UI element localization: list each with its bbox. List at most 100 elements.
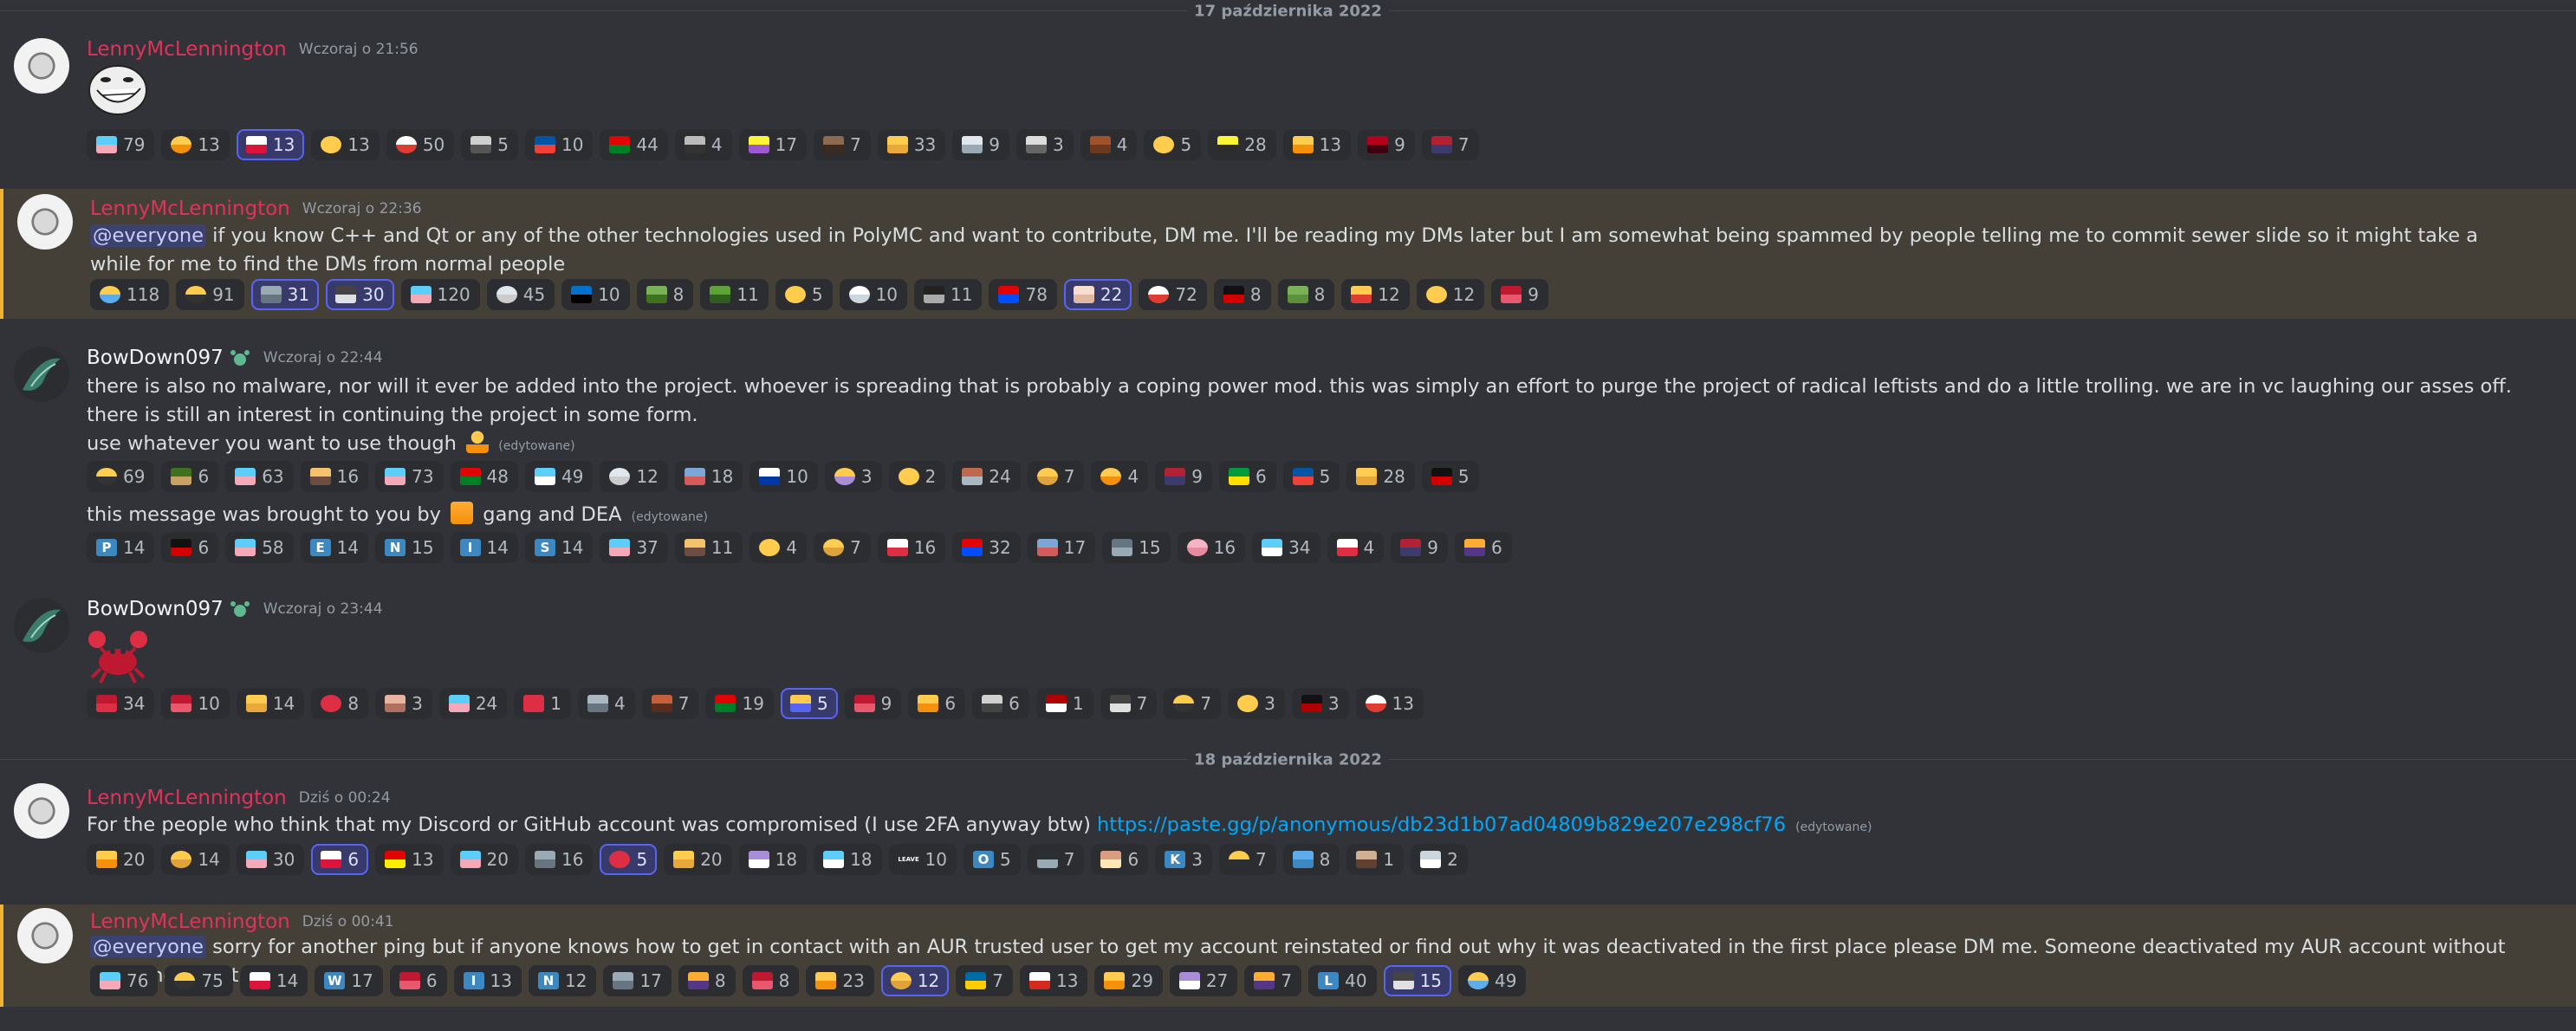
reaction-elephant[interactable]: 17 (603, 965, 672, 996)
reaction-question[interactable]: 1 (514, 688, 572, 719)
reaction-trans-heart[interactable]: 34 (1252, 532, 1320, 563)
reaction-neutral-face[interactable]: 3 (1228, 688, 1285, 719)
reaction-trans-flag[interactable]: 24 (438, 688, 508, 719)
reaction-usa-flag[interactable]: 7 (1421, 129, 1479, 160)
reaction-nerd[interactable]: 75 (165, 965, 233, 996)
reaction-neutral-face[interactable]: 13 (311, 129, 380, 160)
avatar[interactable] (17, 194, 73, 250)
reaction-yawn[interactable]: 7 (1027, 461, 1085, 492)
reaction-joy[interactable]: 49 (1458, 965, 1527, 996)
username[interactable]: LennyMcLennington (90, 198, 290, 220)
reaction-meme-image[interactable]: 3 (1016, 129, 1074, 160)
reaction-thinking[interactable]: 4 (1091, 461, 1149, 492)
reaction-trans-heart[interactable]: 18 (814, 844, 882, 875)
reaction-figure[interactable]: 15 (1383, 965, 1452, 996)
reaction-pride-flag[interactable]: 32 (952, 532, 1021, 563)
reaction-monocle[interactable]: 12 (880, 965, 950, 996)
reaction-figure[interactable]: 7 (1100, 688, 1158, 719)
reaction-poland-flag[interactable]: 13 (236, 129, 305, 160)
reaction-yawn[interactable]: 7 (814, 532, 871, 563)
reaction-thumbs-up[interactable]: 6 (908, 688, 966, 719)
reaction-snail[interactable]: 24 (952, 461, 1021, 492)
reaction-pride-flag[interactable]: 13 (375, 844, 444, 875)
reaction-crown-man[interactable]: 7 (1244, 965, 1302, 996)
reaction-trophy-man[interactable]: 8 (678, 965, 736, 996)
reaction-monocle[interactable]: 14 (161, 844, 230, 875)
reaction-thumbs-down[interactable]: 29 (1094, 965, 1163, 996)
reaction-red-character[interactable]: 9 (1358, 129, 1415, 160)
reaction-pleading[interactable]: 2 (888, 461, 946, 492)
reaction-lips[interactable]: 6 (389, 965, 447, 996)
reaction-poland-flag[interactable]: 14 (239, 965, 308, 996)
reaction-ban[interactable]: 3 (1291, 688, 1349, 719)
reaction-thumbs-up[interactable]: 13 (1282, 129, 1352, 160)
reaction-leave[interactable]: LEAVE 10 (888, 844, 957, 875)
reaction-lips-bun[interactable]: 16 (1177, 532, 1246, 563)
paste-link[interactable]: https://paste.gg/p/anonymous/db23d1b07ad… (1097, 814, 1786, 836)
reaction-frog-hat[interactable]: 8 (636, 279, 694, 310)
reaction-heart-purple[interactable]: 18 (738, 844, 808, 875)
reaction-heart-purple[interactable]: 27 (1169, 965, 1238, 996)
reaction-enby-flag[interactable]: 28 (1208, 129, 1276, 160)
reaction-tiny-figure[interactable]: 11 (914, 279, 983, 310)
reaction-cat-meme[interactable]: 16 (300, 461, 369, 492)
username[interactable]: LennyMcLennington (87, 787, 287, 809)
reaction-elephant[interactable]: 16 (525, 844, 594, 875)
reaction-trans-heart[interactable]: 20 (450, 844, 518, 875)
reaction-smirk[interactable]: 4 (749, 532, 808, 563)
reaction-estonia-flag[interactable]: 10 (561, 279, 630, 310)
reaction-russia-flag[interactable]: 13 (1020, 965, 1088, 996)
reaction-red-heart[interactable]: 5 (600, 844, 658, 875)
reaction-letter-i[interactable]: I 14 (450, 532, 518, 563)
reaction-letter-p[interactable]: P 14 (87, 532, 155, 563)
reaction-phone[interactable]: 31 (250, 279, 320, 310)
reaction-sweden-flag[interactable]: 7 (956, 965, 1014, 996)
reaction-poland-flag[interactable]: 6 (311, 844, 369, 875)
reaction-lips[interactable]: 9 (844, 688, 902, 719)
reaction-writing-hand[interactable]: 12 (1341, 279, 1410, 310)
reaction-letter-e[interactable]: E 14 (300, 532, 369, 563)
reaction-thumbs-up-light[interactable]: 22 (1063, 279, 1132, 310)
reaction-russia-flag[interactable]: 10 (749, 461, 818, 492)
username[interactable]: BowDown097 (87, 347, 224, 369)
reaction-letter-n[interactable]: N 15 (375, 532, 444, 563)
reaction-middle-finger[interactable]: 33 (877, 129, 946, 160)
reaction-face-image[interactable]: 7 (814, 129, 871, 160)
reaction-letter-k[interactable]: K3 (1155, 844, 1212, 875)
reaction-pride-flag[interactable]: 78 (989, 279, 1057, 310)
reaction-speech-bubble[interactable]: 10 (839, 279, 908, 310)
reaction-face-image[interactable]: 7 (641, 688, 699, 719)
reaction-nerd[interactable]: 69 (87, 461, 155, 492)
username[interactable]: LennyMcLennington (87, 38, 287, 61)
reaction-meme-image[interactable]: 4 (674, 129, 732, 160)
reaction-letter-n[interactable]: N 12 (529, 965, 597, 996)
reaction-pride-flag[interactable]: 48 (450, 461, 518, 492)
avatar[interactable] (14, 783, 69, 839)
reaction-lips[interactable]: 9 (1491, 279, 1548, 310)
reaction-skull[interactable]: 45 (486, 279, 555, 310)
reaction-photo[interactable]: 1 (1346, 844, 1405, 875)
everyone-mention[interactable]: @everyone (90, 936, 206, 958)
reaction-bottle[interactable]: 6 (161, 461, 219, 492)
reaction-letter-l[interactable]: L 40 (1308, 965, 1377, 996)
reaction-cup[interactable]: 2 (1411, 844, 1468, 875)
reaction-pixel-face[interactable]: 18 (674, 461, 743, 492)
reaction-usa-flag[interactable]: 9 (1391, 532, 1449, 563)
reaction-thumbs-up[interactable]: 20 (87, 844, 155, 875)
reaction-rofl[interactable]: 118 (90, 279, 170, 310)
reaction-grin[interactable]: 5 (1144, 129, 1202, 160)
avatar[interactable] (14, 598, 69, 653)
username[interactable]: BowDown097 (87, 598, 224, 620)
reaction-skull[interactable]: 12 (600, 461, 668, 492)
reaction-letter-i[interactable]: I 13 (453, 965, 522, 996)
reaction-middle-finger[interactable]: 20 (664, 844, 732, 875)
avatar[interactable] (14, 347, 69, 402)
avatar[interactable] (14, 38, 69, 94)
reaction-salute[interactable]: 5 (780, 688, 838, 719)
reaction-shark[interactable]: 15 (1102, 532, 1171, 563)
reaction-trans-flag[interactable]: 58 (225, 532, 294, 563)
reaction-trans-flag[interactable]: 30 (236, 844, 305, 875)
reaction-sunglasses[interactable]: 7 (1218, 844, 1276, 875)
reaction-trophy-man[interactable]: 6 (1455, 532, 1512, 563)
reaction-trans-flag[interactable]: 73 (375, 461, 444, 492)
